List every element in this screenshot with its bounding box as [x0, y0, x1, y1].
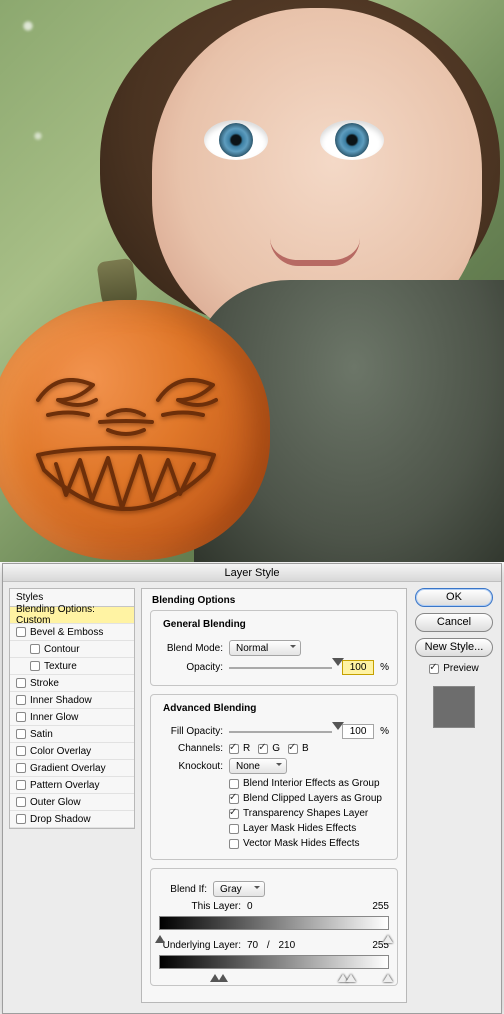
blend-if-select[interactable]: Gray — [213, 881, 265, 897]
style-label: Color Overlay — [30, 746, 91, 757]
knockout-label: Knockout: — [159, 761, 223, 772]
channel-b[interactable]: B — [288, 743, 309, 754]
opacity-slider[interactable] — [229, 661, 332, 675]
style-item[interactable]: Inner Glow — [10, 709, 134, 726]
photo-preview — [0, 0, 504, 562]
opt-layer-mask[interactable]: Layer Mask Hides Effects — [229, 823, 356, 834]
style-item[interactable]: Bevel & Emboss — [10, 624, 134, 641]
style-item[interactable]: Color Overlay — [10, 743, 134, 760]
fill-opacity-label: Fill Opacity: — [159, 726, 223, 737]
cancel-button[interactable]: Cancel — [415, 613, 493, 632]
general-blending-group: General Blending Blend Mode: Normal Opac… — [150, 610, 398, 686]
style-checkbox[interactable] — [16, 678, 26, 688]
opt-transparency-shapes[interactable]: Transparency Shapes Layer — [229, 808, 368, 819]
style-checkbox[interactable] — [16, 763, 26, 773]
style-item[interactable]: Gradient Overlay — [10, 760, 134, 777]
opt-vector-mask[interactable]: Vector Mask Hides Effects — [229, 838, 360, 849]
opt-clipped-layers[interactable]: Blend Clipped Layers as Group — [229, 793, 382, 804]
style-checkbox[interactable] — [16, 712, 26, 722]
advanced-blending-title: Advanced Blending — [159, 703, 260, 714]
style-label: Stroke — [30, 678, 59, 689]
style-checkbox[interactable] — [30, 661, 40, 671]
style-checkbox[interactable] — [30, 644, 40, 654]
this-layer-label: This Layer: — [159, 901, 241, 912]
style-item[interactable]: Contour — [10, 641, 134, 658]
style-label: Texture — [44, 661, 77, 672]
style-label: Inner Glow — [30, 712, 78, 723]
general-blending-title: General Blending — [159, 619, 250, 630]
blend-mode-select[interactable]: Normal — [229, 640, 301, 656]
style-label: Bevel & Emboss — [30, 627, 103, 638]
fill-opacity-value[interactable]: 100 — [342, 724, 374, 739]
styles-list: Styles Blending Options: CustomBevel & E… — [9, 588, 135, 829]
channel-r[interactable]: R — [229, 743, 250, 754]
style-item[interactable]: Satin — [10, 726, 134, 743]
style-item[interactable]: Pattern Overlay — [10, 777, 134, 794]
style-item[interactable]: Stroke — [10, 675, 134, 692]
opacity-value[interactable]: 100 — [342, 660, 374, 675]
style-item[interactable]: Inner Shadow — [10, 692, 134, 709]
blend-if-group: Blend If: Gray This Layer: 0 255 Underly… — [150, 868, 398, 986]
channels-label: Channels: — [159, 743, 223, 754]
style-checkbox[interactable] — [16, 780, 26, 790]
style-checkbox[interactable] — [16, 695, 26, 705]
style-label: Gradient Overlay — [30, 763, 106, 774]
style-label: Inner Shadow — [30, 695, 92, 706]
style-item[interactable]: Blending Options: Custom — [10, 607, 134, 624]
opacity-label: Opacity: — [159, 662, 223, 673]
style-checkbox[interactable] — [16, 797, 26, 807]
blend-if-label: Blend If: — [159, 884, 207, 895]
opt-interior-effects[interactable]: Blend Interior Effects as Group — [229, 778, 380, 789]
underlying-label: Underlying Layer: — [159, 940, 241, 951]
ok-button[interactable]: OK — [415, 588, 493, 607]
knockout-select[interactable]: None — [229, 758, 287, 774]
advanced-blending-group: Advanced Blending Fill Opacity: 100 % Ch… — [150, 694, 398, 860]
style-label: Outer Glow — [30, 797, 81, 808]
preview-swatch — [433, 686, 475, 728]
channel-g[interactable]: G — [258, 743, 280, 754]
dialog-title: Layer Style — [3, 564, 501, 582]
style-item[interactable]: Outer Glow — [10, 794, 134, 811]
this-layer-slider[interactable] — [159, 916, 389, 930]
blend-mode-label: Blend Mode: — [159, 643, 223, 654]
fill-opacity-slider[interactable] — [229, 725, 332, 739]
new-style-button[interactable]: New Style... — [415, 638, 493, 657]
style-checkbox[interactable] — [16, 627, 26, 637]
style-label: Blending Options: Custom — [16, 604, 130, 626]
style-label: Satin — [30, 729, 53, 740]
layer-style-dialog: Layer Style Styles Blending Options: Cus… — [2, 563, 502, 1014]
style-item[interactable]: Drop Shadow — [10, 811, 134, 828]
preview-checkbox[interactable]: Preview — [429, 663, 479, 674]
style-label: Pattern Overlay — [30, 780, 99, 791]
style-checkbox[interactable] — [16, 729, 26, 739]
underlying-slider[interactable] — [159, 955, 389, 969]
style-label: Contour — [44, 644, 80, 655]
style-checkbox[interactable] — [16, 746, 26, 756]
panel-title: Blending Options — [152, 595, 398, 606]
style-item[interactable]: Texture — [10, 658, 134, 675]
